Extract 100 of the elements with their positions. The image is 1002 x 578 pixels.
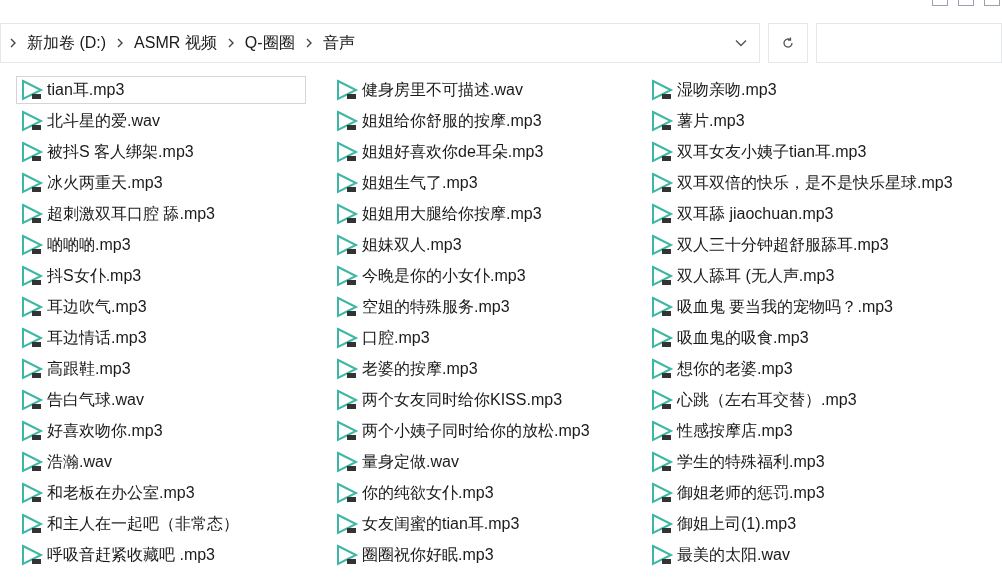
file-item[interactable]: 心跳（左右耳交替）.mp3 [646,386,862,414]
audio-file-icon [21,482,45,504]
audio-file-icon [336,234,360,256]
file-item[interactable]: 老婆的按摩.mp3 [331,355,483,383]
audio-file-icon [651,265,675,287]
audio-file-icon [336,451,360,473]
audio-file-icon [336,327,360,349]
file-item[interactable]: 浩瀚.wav [16,448,117,476]
audio-file-icon [21,327,45,349]
file-item[interactable]: 量身定做.wav [331,448,464,476]
dropdown-icon [735,39,747,47]
audio-file-icon [21,296,45,318]
audio-file-icon [21,110,45,132]
file-item[interactable]: 告白气球.wav [16,386,149,414]
file-item[interactable]: 姐姐好喜欢你de耳朵.mp3 [331,138,549,166]
audio-file-icon [651,110,675,132]
audio-file-icon [651,513,675,535]
file-item[interactable]: 被抖S 客人绑架.mp3 [16,138,199,166]
file-item[interactable]: 空姐的特殊服务.mp3 [331,293,515,321]
audio-file-icon [336,420,360,442]
audio-file-icon [336,389,360,411]
file-item[interactable]: 最美的太阳.wav [646,541,795,569]
audio-file-icon [651,79,675,101]
file-item[interactable]: 双耳女友小姨子tian耳.mp3 [646,138,872,166]
file-item[interactable]: 和主人在一起吧（非常态） [16,510,244,538]
file-item[interactable]: 湿吻亲吻.mp3 [646,76,782,104]
file-item[interactable]: 薯片.mp3 [646,107,750,135]
audio-file-icon [21,544,45,566]
file-item[interactable]: 姐姐用大腿给你按摩.mp3 [331,200,547,228]
file-item[interactable]: 圈圈祝你好眠.mp3 [331,541,499,569]
file-item[interactable]: 想你的老婆.mp3 [646,355,798,383]
file-item[interactable]: 耳边情话.mp3 [16,324,152,352]
audio-file-icon [651,172,675,194]
file-item[interactable]: 两个小姨子同时给你的放松.mp3 [331,417,595,445]
audio-file-icon [21,141,45,163]
audio-file-icon [21,420,45,442]
file-item[interactable]: 姐姐生气了.mp3 [331,169,483,197]
file-item[interactable]: 超刺激双耳口腔 舔.mp3 [16,200,220,228]
file-item[interactable]: 呼吸音赶紧收藏吧 .mp3 [16,541,220,569]
audio-file-icon [21,79,45,101]
audio-file-icon [651,482,675,504]
file-item[interactable]: 冰火两重天.mp3 [16,169,168,197]
audio-file-icon [21,389,45,411]
refresh-icon [781,36,795,50]
audio-file-icon [336,203,360,225]
file-item[interactable]: 口腔.mp3 [331,324,435,352]
audio-file-icon [336,79,360,101]
file-item[interactable]: 吸血鬼的吸食.mp3 [646,324,814,352]
audio-file-icon [336,296,360,318]
file-item[interactable]: 抖S女仆.mp3 [16,262,147,290]
audio-file-icon [651,203,675,225]
address-bar[interactable]: 新加卷 (D:) ASMR 视频 Q-圈圈 音声 [0,23,760,63]
file-item[interactable]: 御姐老师的惩罚.mp3 [646,479,830,507]
chevron-icon [226,38,235,48]
file-item[interactable]: 今晚是你的小女仆.mp3 [331,262,531,290]
audio-file-icon [651,234,675,256]
file-item[interactable]: 性感按摩店.mp3 [646,417,798,445]
file-item[interactable]: 两个女友同时给你KISS.mp3 [331,386,568,414]
audio-file-icon [651,358,675,380]
file-item[interactable]: tian耳.mp3 [16,76,306,104]
file-item[interactable]: 姐姐给你舒服的按摩.mp3 [331,107,547,135]
chevron-icon [9,38,17,48]
audio-file-icon [336,544,360,566]
file-item[interactable]: 啲啲啲.mp3 [16,231,136,259]
breadcrumb-item[interactable]: Q-圈圈 [244,31,295,55]
file-item[interactable]: 好喜欢吻你.mp3 [16,417,168,445]
audio-file-icon [21,265,45,287]
file-item[interactable]: 双人舔耳 (无人声.mp3 [646,262,840,290]
audio-file-icon [336,172,360,194]
audio-file-icon [21,358,45,380]
file-item[interactable]: 高跟鞋.mp3 [16,355,136,383]
file-item[interactable]: 双耳舔 jiaochuan.mp3 [646,200,839,228]
audio-file-icon [21,513,45,535]
file-item[interactable]: 你的纯欲女仆.mp3 [331,479,499,507]
chevron-icon [116,38,125,48]
audio-file-icon [336,358,360,380]
audio-file-icon [651,544,675,566]
file-item[interactable]: 女友闺蜜的tian耳.mp3 [331,510,525,538]
file-item[interactable]: 御姐上司(1).mp3 [646,510,802,538]
file-item[interactable]: 耳边吹气.mp3 [16,293,152,321]
file-item[interactable]: 健身房里不可描述.wav [331,76,528,104]
file-item[interactable]: 姐妹双人.mp3 [331,231,467,259]
file-item[interactable]: 北斗星的爱.wav [16,107,165,135]
audio-file-icon [21,203,45,225]
file-item[interactable]: 学生的特殊福利.mp3 [646,448,830,476]
audio-file-icon [336,265,360,287]
breadcrumb-item[interactable]: 新加卷 (D:) [27,31,107,55]
audio-file-icon [651,420,675,442]
file-item[interactable]: 和老板在办公室.mp3 [16,479,200,507]
file-item[interactable]: 双人三十分钟超舒服舔耳.mp3 [646,231,894,259]
audio-file-icon [651,296,675,318]
breadcrumb-item[interactable]: ASMR 视频 [134,31,217,55]
refresh-button[interactable] [768,23,808,63]
search-field[interactable] [816,23,1002,63]
chevron-icon [304,38,313,48]
file-item[interactable]: 双耳双倍的快乐，是不是快乐星球.mp3 [646,169,958,197]
audio-file-icon [21,172,45,194]
audio-file-icon [336,513,360,535]
file-item[interactable]: 吸血鬼 要当我的宠物吗？.mp3 [646,293,898,321]
breadcrumb-item[interactable]: 音声 [322,31,355,55]
